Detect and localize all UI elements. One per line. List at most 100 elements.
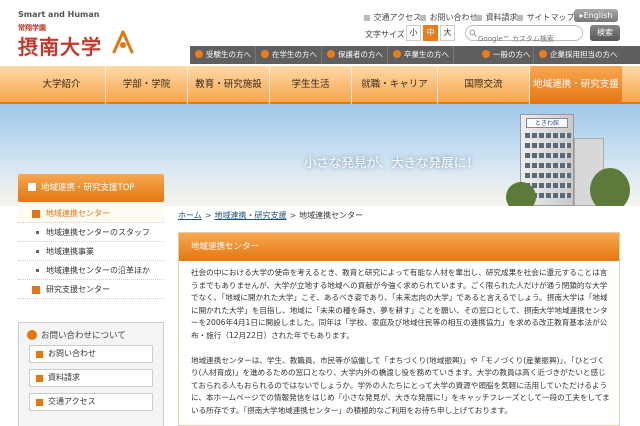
search-input[interactable] xyxy=(478,35,578,43)
sidebar-item-label: 地域連携センターの沿革ほか xyxy=(46,266,150,275)
university-mark-icon xyxy=(112,30,134,54)
breadcrumb-community[interactable]: 地域連携・研究支援 xyxy=(214,211,286,220)
building-windows xyxy=(525,143,571,148)
breadcrumb-current: 地域連携センター xyxy=(299,211,364,220)
search-box xyxy=(465,25,583,43)
square-bullet-icon xyxy=(36,375,43,382)
site-logo[interactable]: Smart and Human 常翔学園 摂南大学 xyxy=(18,10,138,59)
util-link-sitemap[interactable]: ■ サイトマップ xyxy=(516,12,575,23)
audience-nav-alumni[interactable]: 卒業生の方へ xyxy=(388,46,454,64)
sidebar-item-research-support[interactable]: 研究支援センター xyxy=(18,280,164,299)
sidebar-item-staff[interactable]: 地域連携センターのスタッフ xyxy=(18,223,164,242)
audience-nav-students[interactable]: 在学生の方へ xyxy=(256,46,322,64)
logo-tagline: Smart and Human xyxy=(18,10,100,19)
breadcrumb-home[interactable]: ホーム xyxy=(178,211,202,220)
access-button[interactable]: 交通アクセス xyxy=(29,393,153,411)
global-nav-faculties[interactable]: 学部・学院 xyxy=(106,66,188,104)
contact-heading-label: お問い合わせについて xyxy=(41,331,126,341)
audience-nav-general[interactable]: 一般の方へ xyxy=(454,46,534,64)
logo-name: 摂南大学 xyxy=(18,35,102,59)
english-button-label: English xyxy=(583,11,613,20)
contact-button[interactable]: お問い合わせ xyxy=(29,345,153,363)
global-nav-career[interactable]: 就職・キャリア xyxy=(352,66,438,104)
content-paragraph: 社会の中における大学の使命を考えるとき、教育と研究によって有能な人材を輩出し、研… xyxy=(191,268,608,340)
access-button-label: 交通アクセス xyxy=(48,397,96,406)
util-link-sitemap-label: サイトマップ xyxy=(526,13,575,22)
audience-nav-employers[interactable]: 企業採用担当の方へ xyxy=(534,46,640,64)
audience-nav: 受験生の方へ 在学生の方へ 保護者の方へ 卒業生の方へ 一般の方へ 企業採用担当… xyxy=(190,46,640,64)
page: Smart and Human 常翔学園 摂南大学 ■ 交通アクセス ■ お問い合わ… xyxy=(0,0,640,426)
sidebar-item-history[interactable]: 地域連携センターの沿革ほか xyxy=(18,261,164,280)
audience-nav-label: 保護者の方へ xyxy=(338,50,383,59)
global-nav-student-life[interactable]: 学生生活 xyxy=(270,66,352,104)
breadcrumb-separator: > xyxy=(204,211,212,220)
util-link-contact[interactable]: ■ お問い合わせ xyxy=(419,12,478,23)
arrow-icon xyxy=(327,50,335,58)
contact-heading: お問い合わせについて xyxy=(27,329,126,341)
info-icon xyxy=(27,329,37,340)
square-bullet-icon xyxy=(36,351,43,358)
bullet-icon: ■ xyxy=(475,13,483,22)
bullet-icon: ■ xyxy=(363,13,371,22)
audience-nav-label: 受験生の方へ xyxy=(206,50,251,59)
sidebar-menu: 地域連携センター 地域連携センターのスタッフ 地域連携事業 地域連携センターの沿… xyxy=(18,204,164,299)
square-bullet-icon xyxy=(28,182,36,191)
sidebar-heading[interactable]: 地域連携・研究支援TOP xyxy=(18,174,164,202)
sidebar: 地域連携・研究支援TOP 地域連携センター 地域連携センターのスタッフ 地域連携… xyxy=(18,174,164,426)
tree-image xyxy=(590,168,630,206)
breadcrumb-separator: > xyxy=(289,211,297,220)
sidebar-item-label: 地域連携センター xyxy=(46,209,110,218)
search-icon xyxy=(469,29,477,37)
content-body: 社会の中における大学の使命を考えるとき、教育と研究によって有能な人材を輩出し、研… xyxy=(191,267,611,426)
arrow-icon xyxy=(482,50,490,58)
tree-image xyxy=(506,182,536,206)
arrow-icon xyxy=(393,50,401,58)
arrow-icon xyxy=(539,50,547,58)
util-link-brochure[interactable]: ■ 資料請求 xyxy=(475,12,518,23)
brochure-button-label: 資料請求 xyxy=(48,373,80,382)
sidebar-item-label: 研究支援センター xyxy=(46,285,110,294)
arrow-icon xyxy=(195,50,203,58)
sidebar-heading-label: 地域連携・研究支援TOP xyxy=(41,183,135,193)
building-sign: ときわ館 xyxy=(526,118,568,128)
search-button[interactable]: 検索 xyxy=(590,25,620,41)
audience-nav-label: 卒業生の方へ xyxy=(404,50,449,59)
arrow-icon xyxy=(261,50,269,58)
sidebar-item-projects[interactable]: 地域連携事業 xyxy=(18,242,164,261)
font-size-medium-button[interactable]: 中 xyxy=(423,25,438,41)
global-nav-facilities[interactable]: 教育・研究施設 xyxy=(188,66,270,104)
brochure-button[interactable]: 資料請求 xyxy=(29,369,153,387)
util-link-brochure-label: 資料請求 xyxy=(485,13,518,22)
building-windows xyxy=(525,133,571,138)
font-size-large-button[interactable]: 大 xyxy=(440,25,455,41)
hero-tagline: 小さな発見が、大きな発展に！ xyxy=(304,155,479,170)
page-title: 地域連携センター xyxy=(179,233,619,261)
bullet-icon: ■ xyxy=(419,13,427,22)
breadcrumb: ホーム > 地域連携・研究支援 > 地域連携センター xyxy=(178,210,618,224)
building-windows xyxy=(525,153,571,158)
global-nav-community[interactable]: 地域連携・研究支援 xyxy=(530,66,622,104)
audience-nav-label: 一般の方へ xyxy=(493,50,531,59)
audience-nav-label: 在学生の方へ xyxy=(272,50,317,59)
sidebar-item-community-center[interactable]: 地域連携センター xyxy=(18,204,164,223)
dot-bullet-icon xyxy=(36,250,39,253)
square-bullet-icon xyxy=(32,210,40,218)
global-nav-about[interactable]: 大学紹介 xyxy=(18,66,106,104)
main-content: 地域連携センター 社会の中における大学の使命を考えるとき、教育と研究によって有能… xyxy=(178,232,620,426)
building-windows xyxy=(525,173,571,178)
english-button[interactable]: ▸English xyxy=(574,9,618,22)
util-link-access-label: 交通アクセス xyxy=(373,13,422,22)
square-bullet-icon xyxy=(36,399,43,406)
audience-nav-prospective[interactable]: 受験生の方へ xyxy=(190,46,256,64)
dot-bullet-icon xyxy=(36,269,39,272)
audience-nav-parents[interactable]: 保護者の方へ xyxy=(322,46,388,64)
font-size-small-button[interactable]: 小 xyxy=(406,25,421,41)
contact-box: お問い合わせについて お問い合わせ 資料請求 交通アクセス xyxy=(18,322,164,426)
contact-button-label: お問い合わせ xyxy=(48,349,96,358)
content-paragraph: 地域連携センターは、学生、教職員、市民等が協働して「まちづくり(地域振興)」や「… xyxy=(191,355,610,415)
sidebar-item-label: 地域連携センターのスタッフ xyxy=(46,228,150,237)
audience-nav-label: 企業採用担当の方へ xyxy=(550,50,618,59)
global-nav-international[interactable]: 国際交流 xyxy=(438,66,530,104)
font-size-label: 文字サイズ xyxy=(365,30,405,39)
util-link-access[interactable]: ■ 交通アクセス xyxy=(363,12,421,23)
